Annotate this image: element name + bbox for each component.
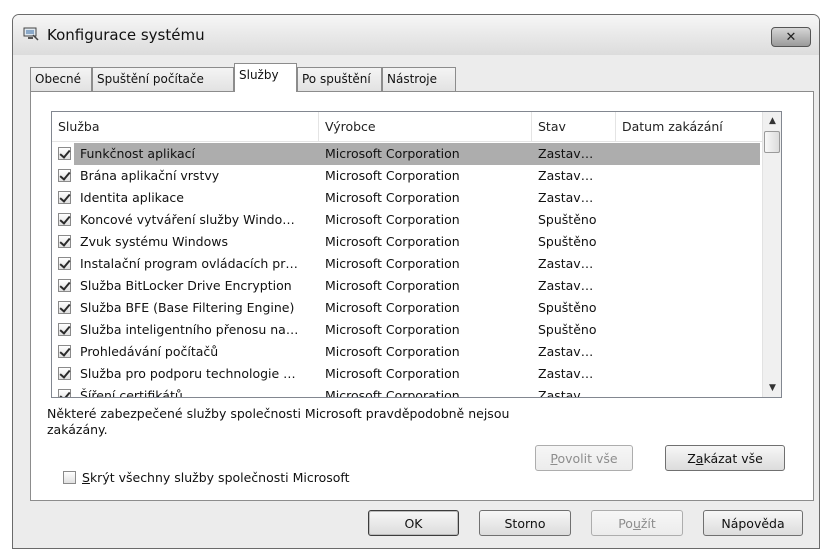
service-checkbox[interactable] — [58, 279, 71, 292]
list-header: Služba Výrobce Stav Datum zakázání — [52, 112, 762, 142]
service-status: Zastav… — [538, 366, 594, 381]
service-vendor: Microsoft Corporation — [325, 322, 460, 337]
disable-all-button[interactable]: Zakázat vše — [665, 445, 785, 471]
service-status: Zastav… — [538, 256, 594, 271]
system-configuration-window: Konfigurace systému ✕ Obecné Spuštění po… — [12, 14, 820, 549]
service-status: Zastav… — [538, 190, 594, 205]
enable-all-label: Povolit vše — [550, 450, 618, 466]
service-vendor: Microsoft Corporation — [325, 278, 460, 293]
close-icon: ✕ — [785, 29, 797, 45]
tab-tools[interactable]: Nástroje — [382, 67, 456, 91]
service-status: Zastav… — [538, 278, 594, 293]
system-config-icon — [23, 27, 39, 41]
service-vendor: Microsoft Corporation — [325, 366, 460, 381]
service-vendor: Microsoft Corporation — [325, 212, 460, 227]
vertical-scrollbar[interactable]: ▲ ▼ — [762, 112, 781, 397]
column-header-status[interactable]: Stav — [532, 112, 616, 142]
checkbox-box[interactable] — [63, 471, 76, 484]
service-status: Spuštěno — [538, 234, 597, 249]
apply-label: Použít — [618, 515, 656, 531]
service-checkbox[interactable] — [58, 301, 71, 314]
service-name: Služba BitLocker Drive Encryption — [80, 278, 292, 293]
service-status: Zastav… — [538, 344, 594, 359]
title-bar[interactable]: Konfigurace systému ✕ — [13, 15, 819, 55]
table-row[interactable]: Služba inteligentního přenosu na… Microso… — [52, 319, 762, 341]
service-name: Instalační program ovládacích pr… — [80, 256, 298, 271]
service-status: Spuštěno — [538, 212, 597, 227]
service-vendor: Microsoft Corporation — [325, 388, 460, 398]
tab-general[interactable]: Obecné — [30, 67, 92, 91]
tab-boot[interactable]: Spuštění počítače — [92, 67, 234, 91]
tab-services[interactable]: Služby — [234, 63, 297, 92]
service-status: Spuštěno — [538, 300, 597, 315]
table-row[interactable]: Koncové vytváření služby Windo… Microsoft… — [52, 209, 762, 231]
column-header-service[interactable]: Služba — [52, 112, 319, 142]
service-name: Služba pro podporu technologie … — [80, 366, 296, 381]
close-button[interactable]: ✕ — [771, 27, 811, 47]
service-checkbox[interactable] — [58, 213, 71, 226]
help-button[interactable]: Nápověda — [703, 510, 803, 536]
service-checkbox[interactable] — [58, 147, 71, 160]
service-checkbox[interactable] — [58, 345, 71, 358]
table-row[interactable]: Zvuk systému Windows Microsoft Corporatio… — [52, 231, 762, 253]
table-row[interactable]: Šíření certifikátů Microsoft Corporation Z… — [52, 385, 762, 398]
service-name: Koncové vytváření služby Windo… — [80, 212, 295, 227]
disable-all-label: Zakázat vše — [687, 450, 763, 466]
cancel-button[interactable]: Storno — [479, 510, 571, 536]
service-status: Spuštěno — [538, 322, 597, 337]
service-checkbox[interactable] — [58, 257, 71, 270]
scroll-thumb[interactable] — [764, 131, 780, 153]
service-checkbox[interactable] — [58, 389, 71, 397]
notice-text: Některé zabezpečené služby společnosti M… — [47, 406, 510, 437]
service-status: Zastav… — [538, 168, 594, 183]
table-row[interactable]: Služba BFE (Base Filtering Engine) Micros… — [52, 297, 762, 319]
table-row[interactable]: Služba BitLocker Drive Encryption Microso… — [52, 275, 762, 297]
apply-button[interactable]: Použít — [591, 510, 683, 536]
service-name: Prohledávání počítačů — [80, 344, 219, 359]
service-name: Identita aplikace — [80, 190, 184, 205]
table-row[interactable]: Prohledávání počítačů Microsoft Corporati… — [52, 341, 762, 363]
service-name: Služba BFE (Base Filtering Engine) — [80, 300, 295, 315]
services-panel: Služba Výrobce Stav Datum zakázání Funkč… — [30, 91, 814, 501]
column-header-vendor[interactable]: Výrobce — [319, 112, 532, 142]
service-name: Funkčnost aplikací — [80, 146, 195, 161]
tab-startup[interactable]: Po spuštění — [297, 67, 382, 91]
service-checkbox[interactable] — [58, 235, 71, 248]
service-name: Zvuk systému Windows — [80, 234, 228, 249]
column-header-disabled-date[interactable]: Datum zakázání — [616, 112, 762, 142]
service-vendor: Microsoft Corporation — [325, 344, 460, 359]
service-checkbox[interactable] — [58, 169, 71, 182]
ok-button[interactable]: OK — [368, 510, 459, 536]
table-row[interactable]: Identita aplikace Microsoft Corporation Za… — [52, 187, 762, 209]
service-vendor: Microsoft Corporation — [325, 300, 460, 315]
service-vendor: Microsoft Corporation — [325, 168, 460, 183]
table-row[interactable]: Funkčnost aplikací Microsoft Corporation Z… — [52, 143, 762, 165]
hide-microsoft-services-label: Skrýt všechny služby společnosti Microso… — [82, 470, 350, 485]
table-row[interactable]: Brána aplikační vrstvy Microsoft Corporat… — [52, 165, 762, 187]
table-row[interactable]: Instalační program ovládacích pr… Microso… — [52, 253, 762, 275]
services-list[interactable]: Služba Výrobce Stav Datum zakázání Funkč… — [51, 111, 782, 398]
service-name: Šíření certifikátů — [80, 388, 183, 398]
service-vendor: Microsoft Corporation — [325, 234, 460, 249]
service-checkbox[interactable] — [58, 367, 71, 380]
table-row[interactable]: Služba pro podporu technologie … Microsof… — [52, 363, 762, 385]
service-checkbox[interactable] — [58, 323, 71, 336]
service-vendor: Microsoft Corporation — [325, 190, 460, 205]
service-name: Brána aplikační vrstvy — [80, 168, 220, 183]
scroll-up-arrow-icon[interactable]: ▲ — [763, 112, 781, 130]
window-title: Konfigurace systému — [47, 26, 205, 44]
service-checkbox[interactable] — [58, 191, 71, 204]
service-name: Služba inteligentního přenosu na… — [80, 322, 299, 337]
service-vendor: Microsoft Corporation — [325, 146, 460, 161]
service-vendor: Microsoft Corporation — [325, 256, 460, 271]
service-status: Zastav… — [538, 146, 594, 161]
service-status: Zastav… — [538, 388, 594, 398]
enable-all-button[interactable]: Povolit vše — [535, 445, 633, 471]
scroll-down-arrow-icon[interactable]: ▼ — [763, 379, 781, 397]
